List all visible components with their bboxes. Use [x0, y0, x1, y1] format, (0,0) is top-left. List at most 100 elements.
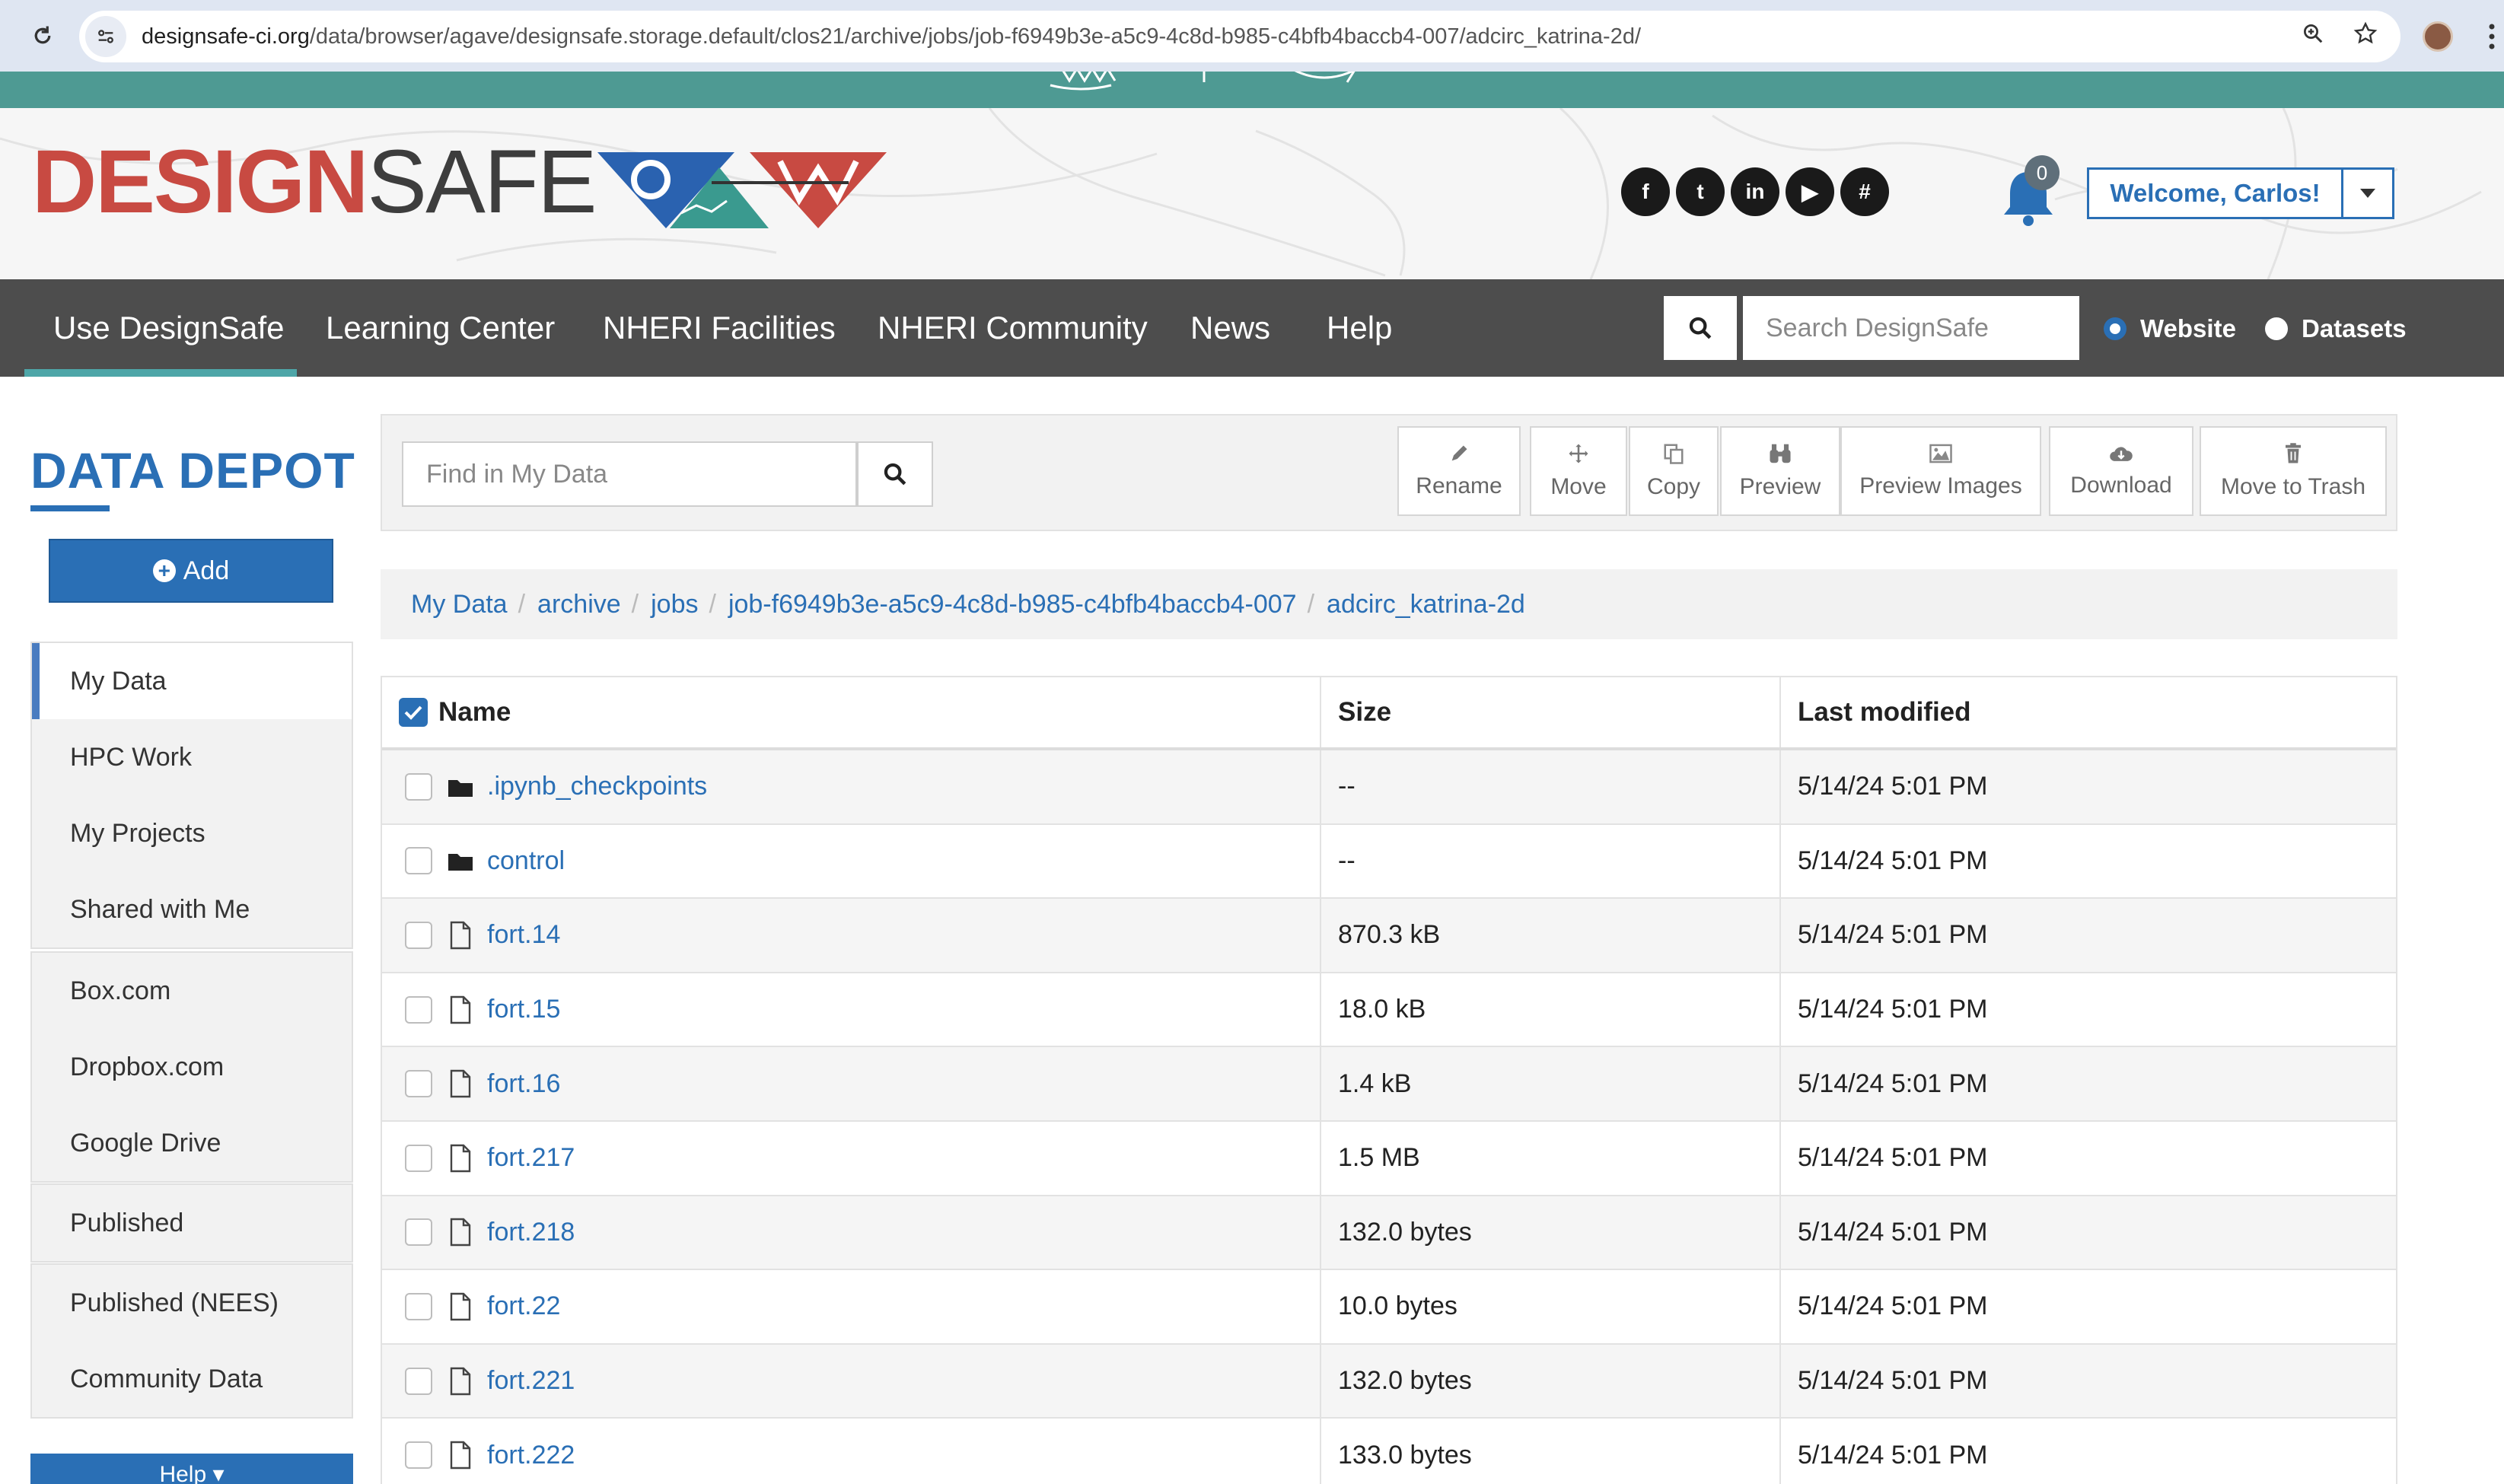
site-search-input[interactable]	[1743, 296, 2079, 360]
radio-datasets[interactable]: Datasets	[2265, 314, 2407, 344]
logo-design-text: DESIGN	[32, 132, 368, 232]
row-checkbox[interactable]	[405, 1441, 432, 1470]
sidebar-item-shared-with-me[interactable]: Shared with Me	[32, 871, 352, 947]
row-checkbox[interactable]	[405, 1367, 432, 1395]
file-name-link[interactable]: control	[487, 846, 565, 876]
row-checkbox[interactable]	[405, 1144, 432, 1172]
address-bar[interactable]: designsafe-ci.org/data/browser/agave/des…	[79, 11, 2400, 62]
nav-learning-center[interactable]: Learning Center	[326, 279, 555, 377]
move-to-trash-button[interactable]: Move to Trash	[2200, 426, 2387, 516]
nav-nheri-community[interactable]: NHERI Community	[878, 279, 1148, 377]
file-name-link[interactable]: fort.217	[487, 1143, 575, 1173]
table-row[interactable]: fort.218 132.0 bytes 5/14/24 5:01 PM	[382, 1196, 2396, 1271]
header-size[interactable]: Size	[1321, 677, 1781, 747]
breadcrumb-my-data[interactable]: My Data	[411, 590, 508, 619]
chevron-down-icon[interactable]	[2343, 170, 2392, 217]
file-name-link[interactable]: fort.14	[487, 920, 560, 950]
table-row[interactable]: fort.22 10.0 bytes 5/14/24 5:01 PM	[382, 1270, 2396, 1345]
preview-images-label: Preview Images	[1859, 473, 2022, 498]
nav-help[interactable]: Help	[1327, 279, 1392, 377]
sidebar-item-published-nees[interactable]: Published (NEES)	[32, 1265, 352, 1341]
size-cell: 132.0 bytes	[1321, 1344, 1781, 1418]
modified-cell: 5/14/24 5:01 PM	[1798, 845, 1988, 875]
move-button[interactable]: Move	[1530, 426, 1627, 516]
table-row[interactable]: fort.222 133.0 bytes 5/14/24 5:01 PM	[382, 1419, 2396, 1484]
site-info-icon[interactable]	[85, 16, 126, 57]
file-name-link[interactable]: fort.218	[487, 1218, 575, 1247]
sidebar-item-my-projects[interactable]: My Projects	[32, 795, 352, 871]
sidebar-item-google-drive[interactable]: Google Drive	[32, 1105, 352, 1181]
sidebar-group-cloud: Box.com Dropbox.com Google Drive	[30, 951, 353, 1183]
linkedin-icon[interactable]: in	[1731, 167, 1779, 216]
sidebar-item-published[interactable]: Published	[32, 1185, 352, 1261]
copy-button[interactable]: Copy	[1629, 426, 1719, 516]
sidebar-item-box[interactable]: Box.com	[32, 953, 352, 1029]
user-menu-button[interactable]: Welcome, Carlos!	[2087, 167, 2394, 219]
table-row[interactable]: fort.16 1.4 kB 5/14/24 5:01 PM	[382, 1047, 2396, 1122]
row-checkbox[interactable]	[405, 921, 432, 949]
row-checkbox[interactable]	[405, 1070, 432, 1098]
file-name-link[interactable]: fort.16	[487, 1069, 560, 1099]
breadcrumb-archive[interactable]: archive	[537, 590, 621, 619]
file-table: Name Size Last modified .ipynb_checkpoin…	[381, 676, 2397, 1484]
find-in-data-input[interactable]	[402, 441, 857, 507]
file-name-link[interactable]: fort.221	[487, 1366, 575, 1396]
radio-website[interactable]: Website	[2104, 314, 2236, 344]
youtube-icon[interactable]: ▶	[1786, 167, 1834, 216]
sidebar-item-my-data[interactable]: My Data	[32, 643, 352, 719]
file-name-link[interactable]: fort.22	[487, 1291, 560, 1321]
designsafe-logo[interactable]: DESIGNSAFE	[32, 137, 597, 227]
table-row[interactable]: .ipynb_checkpoints -- 5/14/24 5:01 PM	[382, 750, 2396, 825]
add-button[interactable]: + Add	[49, 539, 333, 603]
find-search-button[interactable]	[857, 441, 933, 507]
file-name-link[interactable]: fort.15	[487, 995, 560, 1024]
file-name-link[interactable]: fort.222	[487, 1441, 575, 1470]
nav-nheri-facilities[interactable]: NHERI Facilities	[603, 279, 836, 377]
row-checkbox[interactable]	[405, 1292, 432, 1320]
preview-images-button[interactable]: Preview Images	[1840, 426, 2041, 516]
preview-button[interactable]: Preview	[1720, 426, 1840, 516]
nav-use-designsafe[interactable]: Use DesignSafe	[53, 279, 285, 377]
twitter-icon[interactable]: t	[1676, 167, 1725, 216]
facebook-icon[interactable]: f	[1621, 167, 1670, 216]
sidebar-item-hpc-work[interactable]: HPC Work	[32, 719, 352, 795]
row-checkbox[interactable]	[405, 1218, 432, 1247]
header-name[interactable]: Name	[438, 697, 511, 728]
select-all-checkbox[interactable]	[399, 698, 428, 727]
file-icon	[450, 995, 471, 1024]
nheri-logo-icon[interactable]	[597, 152, 887, 231]
name-cell: fort.22	[382, 1270, 1321, 1343]
name-cell: fort.14	[382, 899, 1321, 972]
table-row[interactable]: fort.221 132.0 bytes 5/14/24 5:01 PM	[382, 1344, 2396, 1419]
sidebar-item-dropbox[interactable]: Dropbox.com	[32, 1029, 352, 1105]
row-checkbox[interactable]	[405, 847, 432, 875]
breadcrumb-current-folder[interactable]: adcirc_katrina-2d	[1327, 590, 1525, 619]
slack-icon[interactable]: #	[1840, 167, 1889, 216]
table-row[interactable]: fort.15 18.0 kB 5/14/24 5:01 PM	[382, 973, 2396, 1048]
breadcrumb-job[interactable]: job-f6949b3e-a5c9-4c8d-b985-c4bfb4baccb4…	[728, 590, 1297, 619]
breadcrumb-jobs[interactable]: jobs	[651, 590, 698, 619]
download-button[interactable]: Download	[2049, 426, 2193, 516]
table-row[interactable]: fort.14 870.3 kB 5/14/24 5:01 PM	[382, 899, 2396, 973]
table-row[interactable]: fort.217 1.5 MB 5/14/24 5:01 PM	[382, 1121, 2396, 1196]
name-cell: control	[382, 824, 1321, 898]
row-checkbox[interactable]	[405, 995, 432, 1024]
profile-avatar[interactable]	[2423, 21, 2453, 52]
help-dropdown-button[interactable]: Help ▾	[30, 1454, 353, 1484]
bookmark-star-icon[interactable]	[2353, 21, 2378, 49]
header-last-modified[interactable]: Last modified	[1781, 677, 2396, 747]
zoom-icon[interactable]	[2302, 22, 2324, 49]
file-icon	[450, 921, 471, 950]
rename-button[interactable]: Rename	[1397, 426, 1521, 516]
nav-news[interactable]: News	[1190, 279, 1270, 377]
browser-menu-icon[interactable]	[2489, 23, 2495, 50]
welcome-label[interactable]: Welcome, Carlos!	[2089, 170, 2343, 217]
sidebar-item-community-data[interactable]: Community Data	[32, 1341, 352, 1417]
file-icon	[450, 1218, 471, 1247]
table-row[interactable]: control -- 5/14/24 5:01 PM	[382, 824, 2396, 900]
row-checkbox[interactable]	[405, 772, 432, 801]
file-name-link[interactable]: .ipynb_checkpoints	[487, 772, 707, 801]
search-icon	[1689, 317, 1712, 339]
reload-icon[interactable]	[27, 21, 58, 51]
site-search-button[interactable]	[1664, 296, 1737, 360]
